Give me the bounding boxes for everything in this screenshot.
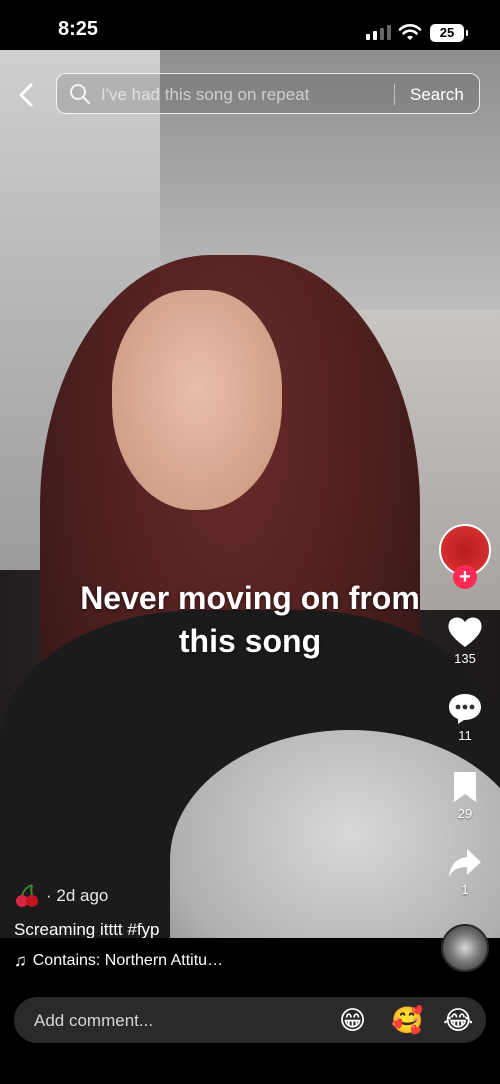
search-divider: [394, 84, 395, 105]
search-icon: [70, 84, 91, 105]
save-count: 29: [457, 806, 473, 821]
cellular-signal-icon: [366, 25, 391, 40]
music-info[interactable]: ♫ Contains: Northern Attitu…: [14, 951, 223, 971]
search-button[interactable]: Search: [410, 85, 464, 105]
music-disc[interactable]: [441, 924, 489, 972]
music-note-icon: ♫: [14, 951, 27, 970]
grinning-emoji-icon[interactable]: 😁: [339, 1005, 366, 1036]
search-query[interactable]: I've had this song on repeat: [101, 85, 309, 105]
cherry-icon: [16, 884, 38, 907]
save-button[interactable]: 29: [440, 770, 490, 821]
status-time: 8:25: [58, 18, 99, 40]
add-comment-input[interactable]: Add comment... 😁 🥰 😂: [14, 997, 486, 1043]
post-description[interactable]: Screaming itttt #fyp: [14, 920, 160, 940]
battery-indicator: 25: [430, 24, 468, 42]
bookmark-icon: [454, 772, 476, 802]
video-player[interactable]: [0, 50, 500, 938]
comment-placeholder: Add comment...: [34, 1011, 154, 1030]
comment-icon: [449, 694, 481, 724]
share-arrow-icon: [449, 849, 481, 877]
post-meta: · 2d ago: [14, 883, 108, 909]
comment-button[interactable]: 11: [440, 692, 490, 743]
search-bar[interactable]: I've had this song on repeat Search: [56, 73, 480, 114]
caption-line-1: Never moving on from: [80, 580, 420, 616]
wifi-icon: [398, 24, 422, 40]
follow-button[interactable]: +: [453, 565, 477, 589]
share-button[interactable]: 1: [440, 846, 490, 897]
heart-icon: [448, 617, 482, 647]
status-bar: 8:25 25: [0, 0, 500, 50]
music-title: Contains: Northern Attitu…: [32, 952, 224, 969]
smiling-hearts-emoji-icon[interactable]: 🥰: [391, 1005, 423, 1036]
tears-of-joy-emoji-icon[interactable]: 😂: [443, 1005, 473, 1036]
back-icon[interactable]: [14, 80, 40, 110]
video-caption: Never moving on from this song: [0, 577, 500, 663]
like-button[interactable]: 135: [440, 615, 490, 666]
share-count: 1: [461, 882, 469, 897]
caption-line-2: this song: [178, 623, 322, 659]
like-count: 135: [454, 651, 476, 666]
post-age: · 2d ago: [46, 886, 109, 905]
comment-count: 11: [458, 728, 472, 743]
video-subject-face: [112, 290, 282, 510]
